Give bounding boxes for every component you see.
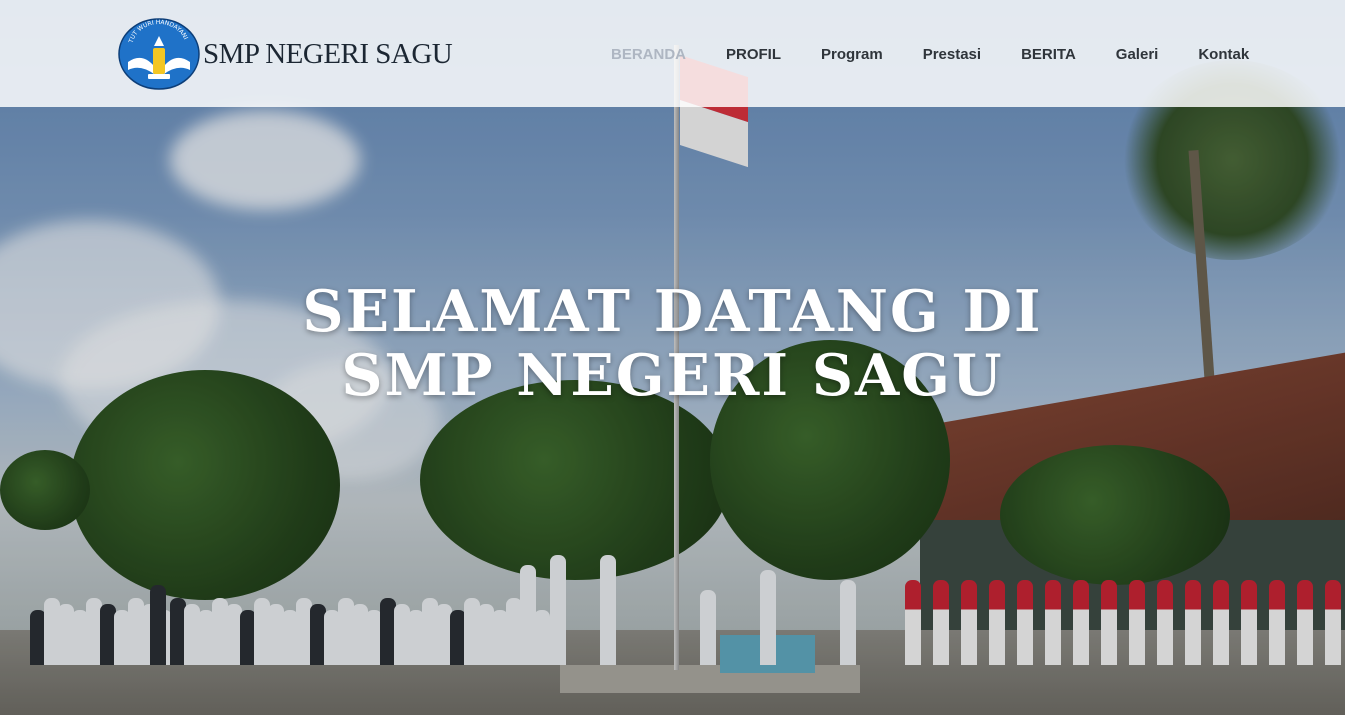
- hero-heading: SELAMAT DATANG DI SMP NEGERI SAGU: [200, 280, 1145, 408]
- site-header: TUT WURI HANDAYANI SMP NEGERI SAGU BERAN…: [0, 0, 1345, 107]
- nav-berita[interactable]: BERITA: [1021, 46, 1076, 63]
- site-title: SMP NEGERI SAGU: [203, 37, 453, 70]
- main-nav: BERANDA PROFIL Program Prestasi BERITA G…: [611, 46, 1289, 63]
- nav-program[interactable]: Program: [821, 46, 883, 63]
- tut-wuri-handayani-logo-icon: TUT WURI HANDAYANI: [118, 18, 200, 90]
- nav-prestasi[interactable]: Prestasi: [923, 46, 981, 63]
- hero-heading-line-1: SELAMAT DATANG DI: [302, 278, 1043, 345]
- site-logo-link[interactable]: TUT WURI HANDAYANI SMP NEGERI SAGU: [118, 18, 453, 90]
- nav-profil[interactable]: PROFIL: [726, 46, 781, 63]
- nav-galeri[interactable]: Galeri: [1116, 46, 1159, 63]
- nav-beranda[interactable]: BERANDA: [611, 46, 686, 63]
- hero-heading-line-2: SMP NEGERI SAGU: [341, 342, 1004, 409]
- nav-kontak[interactable]: Kontak: [1198, 46, 1249, 63]
